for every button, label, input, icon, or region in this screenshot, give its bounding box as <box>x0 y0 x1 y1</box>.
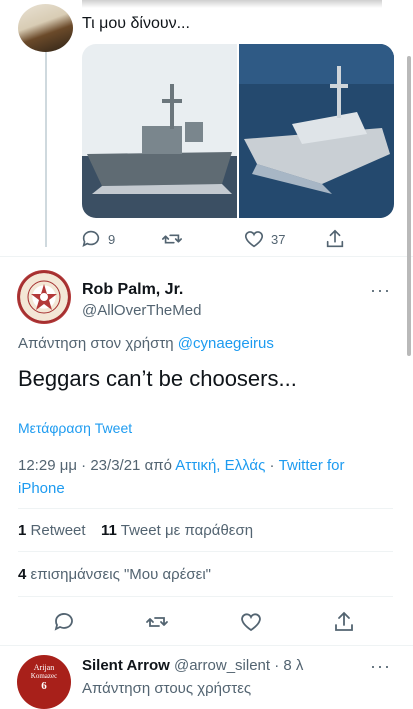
avatar-text-line-3: 6 <box>41 680 47 692</box>
main-reply-button[interactable] <box>52 610 76 639</box>
share-icon <box>326 229 344 248</box>
next-reply-handle[interactable]: @arrow_silent <box>174 657 270 674</box>
reply-icon <box>54 613 73 631</box>
reply-prefix: Απάντηση στον χρήστη <box>18 335 174 352</box>
scrollbar[interactable] <box>407 56 411 356</box>
reply-context: Απάντηση στον χρήστη @cynaegeirus <box>18 335 274 352</box>
likes-count: 4 <box>18 566 27 583</box>
share-action[interactable] <box>324 228 346 250</box>
more-options-icon[interactable]: ··· <box>370 280 391 301</box>
avatar-silent-arrow[interactable]: Arijan Komazec 6 <box>17 655 71 709</box>
translate-link[interactable]: Μετάφραση Tweet <box>18 420 132 436</box>
main-retweet-button[interactable] <box>145 610 169 639</box>
share-icon <box>335 611 353 631</box>
retweets-count: 1 <box>18 522 27 539</box>
tweet-meta: 12:29 μμ · 23/3/21 από Αττική, Ελλάς · T… <box>18 457 345 497</box>
main-like-button[interactable] <box>239 610 263 639</box>
tweet-time[interactable]: 12:29 μμ <box>18 457 77 474</box>
likes-stat[interactable]: 4 επισημάνσεις "Μου αρέσει" <box>18 566 211 583</box>
quotes-count: 11 <box>101 522 117 539</box>
reply-icon <box>82 230 100 247</box>
reply-count: 9 <box>108 231 116 247</box>
tweet-date[interactable]: 23/3/21 <box>90 457 140 474</box>
divider <box>0 256 413 257</box>
avatar-rob-palm[interactable] <box>17 270 71 324</box>
from-word: από <box>144 457 172 474</box>
quotes-stat[interactable]: 11 Tweet με παράθεση <box>101 522 253 539</box>
left-ship-hull <box>87 152 232 186</box>
next-reply-name[interactable]: Silent Arrow <box>82 657 170 674</box>
divider <box>18 551 393 552</box>
reply-action[interactable]: 9 <box>80 228 115 250</box>
retweets-label: Retweet <box>30 522 86 539</box>
quotes-label: Tweet με παράθεση <box>120 522 254 539</box>
heart-icon <box>241 613 261 632</box>
next-reply-context: Απάντηση στους χρήστες <box>82 680 252 697</box>
user-handle[interactable]: @AllOverTheMed <box>82 302 201 319</box>
tweet-body: Beggars can’t be choosers... <box>18 366 297 391</box>
avatar-text-line-1: Arijan <box>33 663 55 672</box>
divider <box>0 645 413 646</box>
divider <box>18 508 393 509</box>
likes-label: επισημάνσεις "Μου αρέσει" <box>30 566 211 583</box>
next-reply-age[interactable]: 8 λ <box>283 657 303 674</box>
tweet-location[interactable]: Αττική, Ελλάς <box>175 457 265 474</box>
previous-tweet-text: Τι μου δίνουν... <box>82 15 190 32</box>
next-reply-header: Silent Arrow @arrow_silent · 8 λ <box>82 657 304 674</box>
like-action[interactable]: 37 <box>243 228 285 250</box>
seal-emblem-icon <box>18 271 70 323</box>
heart-icon <box>244 231 264 248</box>
retweet-action[interactable] <box>161 228 183 250</box>
main-share-button[interactable] <box>332 610 356 639</box>
tweet-media-grid[interactable] <box>82 44 394 218</box>
avatar-text-line-2: Komazec <box>30 672 58 680</box>
cropped-header-fragment <box>82 0 382 8</box>
retweet-icon <box>146 617 168 627</box>
retweets-stat[interactable]: 1 Retweet <box>18 522 86 539</box>
display-name[interactable]: Rob Palm, Jr. <box>82 281 183 299</box>
like-count: 37 <box>271 231 286 247</box>
avatar-previous-tweet[interactable] <box>18 4 73 52</box>
more-options-icon[interactable]: ··· <box>370 656 391 677</box>
reply-to-handle[interactable]: @cynaegeirus <box>178 335 274 352</box>
retweet-icon <box>162 234 182 244</box>
thread-connector-line <box>45 52 47 247</box>
divider <box>18 596 393 597</box>
ship-photos[interactable] <box>82 44 394 218</box>
